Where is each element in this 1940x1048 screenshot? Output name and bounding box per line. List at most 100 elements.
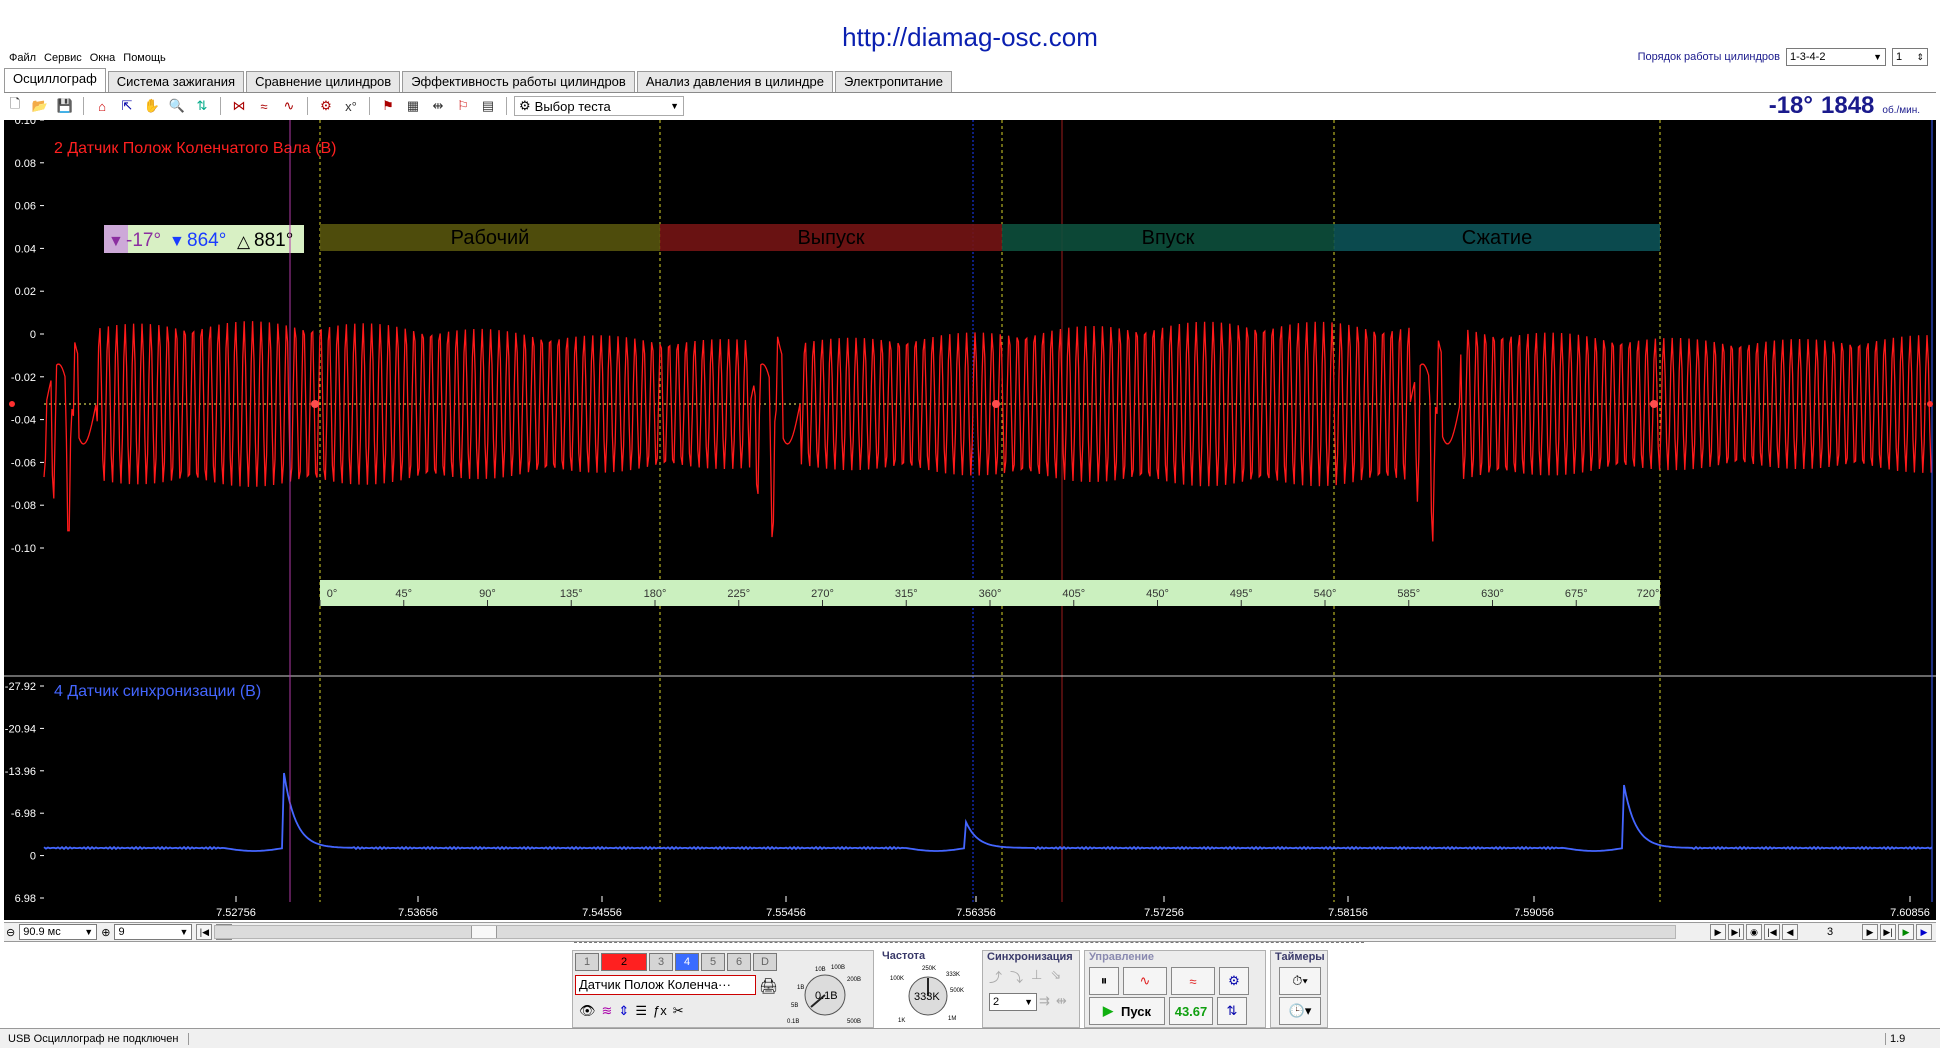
zoom-icon[interactable]: 🔍 (166, 96, 188, 116)
menu-windows[interactable]: Окна (89, 52, 117, 68)
timer-1-button[interactable]: ⏱▾ (1279, 967, 1321, 995)
frequency-display: 43.67 (1169, 997, 1213, 1025)
auto-mode-button[interactable]: ⚙ (1219, 967, 1249, 995)
frequency-knob[interactable]: 333K 250K 333K 500K 100K 1K 1M (886, 962, 970, 1024)
channel-digital-button[interactable]: D (753, 953, 777, 971)
auto-scale-button[interactable]: ⇅ (1217, 997, 1247, 1025)
tab-ignition[interactable]: Система зажигания (107, 71, 245, 92)
management-section: Управление ⏸ ∿ ≈ ⚙ ▶ Пуск 43.67 ⇅ (1084, 950, 1266, 1028)
channel-4-button[interactable]: 4 (675, 953, 699, 971)
auto-sync-icon[interactable]: ⇘ (1050, 967, 1061, 986)
spinner-icon: ⇕ (1916, 51, 1924, 62)
channel-3-button[interactable]: 3 (649, 953, 673, 971)
start-button[interactable]: ▶ Пуск (1089, 997, 1165, 1025)
measure-icon[interactable]: ⇅ (191, 96, 213, 116)
level-icon[interactable]: ⇉ (1039, 993, 1050, 1009)
degree-label: 585° (1397, 588, 1420, 600)
channel-6-button[interactable]: 6 (727, 953, 751, 971)
test-icon: ⚙ (519, 98, 531, 113)
scroll-thumb[interactable] (471, 926, 497, 938)
frame-last-button[interactable]: ▶| (1880, 924, 1896, 940)
bottom-y-tick-label: -6.98 (11, 808, 36, 820)
marker1-value: -17° (126, 230, 161, 251)
rising-edge-icon[interactable]: ⤴ (989, 967, 1002, 986)
channel-2-button[interactable]: 2 (601, 953, 647, 971)
marker-icon[interactable]: ⚑ (377, 96, 399, 116)
marker-delta-value: 881° (254, 230, 293, 251)
record-button[interactable]: ◉ (1746, 924, 1762, 940)
cylinder-count-spinner[interactable]: 1 ⇕ (1892, 48, 1928, 66)
timer-2-button[interactable]: 🕒▾ (1279, 997, 1321, 1025)
range-knob[interactable]: 0.1В 10В 100В 200В 500В 0.1В 1В 5В (785, 961, 865, 1025)
channel-5-button[interactable]: 5 (701, 953, 725, 971)
falling-edge-icon[interactable]: ⤵ (1010, 967, 1023, 986)
wave-icon[interactable]: ≈ (253, 96, 275, 116)
next-button[interactable]: ▶ (1710, 924, 1726, 940)
probe-icon[interactable]: ⌂ (91, 96, 113, 116)
zoom-step-select[interactable]: 9 ▼ (114, 924, 193, 940)
tab-oscilloscope[interactable]: Осциллограф (4, 68, 106, 92)
open-folder-icon[interactable]: 📂 (29, 96, 51, 116)
menu-help[interactable]: Помощь (122, 52, 167, 68)
channel-1-button[interactable]: 1 (575, 953, 599, 971)
play-button[interactable]: ▶ (1898, 924, 1914, 940)
timeline-scrollbar[interactable] (214, 925, 1676, 939)
pause-button[interactable]: ⏸ (1089, 967, 1119, 995)
timebase-select[interactable]: 90.9 мс ▼ (19, 924, 98, 940)
zero-icon[interactable]: x° (340, 96, 362, 116)
menu-service[interactable]: Сервис (43, 52, 83, 68)
zigzag-mode-button[interactable]: ≈ (1171, 967, 1215, 995)
flag-icon[interactable]: ⚐ (452, 96, 474, 116)
new-file-icon[interactable]: 🗋 (4, 96, 26, 116)
range-mark: 500В (847, 1019, 861, 1025)
probe-settings-icon[interactable]: 🖨 (759, 977, 778, 995)
function-icon[interactable]: ƒx (653, 1003, 667, 1019)
sine-mode-button[interactable]: ∿ (1123, 967, 1167, 995)
phase-bands: Рабочий Выпуск Впуск Сжатие (320, 224, 1660, 251)
frequency-mark: 250K (922, 966, 936, 972)
phase-label: Сжатие (1462, 227, 1532, 249)
table-icon[interactable]: ▦ (402, 96, 424, 116)
split-icon[interactable]: ⇹ (427, 96, 449, 116)
hand-pan-icon[interactable]: ✋ (141, 96, 163, 116)
frequency-title: Частота (882, 950, 926, 962)
top-y-tick-label: -0.02 (11, 372, 36, 384)
cylinder-order-select[interactable]: 1-3-4-2 ▼ (1786, 48, 1886, 66)
last-button[interactable]: ▶| (1728, 924, 1744, 940)
scope-area[interactable]: 0.10 0.08 0.06 0.04 0.02 0 -0.02 -0.04 -0.06 -0.0… (4, 115, 1936, 920)
eye-icon[interactable]: 👁 (579, 1003, 596, 1019)
cursor-icon[interactable]: ⇱ (116, 96, 138, 116)
sync-edge-buttons: ⤴ ⤵ ⊥ ⇘ (989, 967, 1061, 986)
pretrigger-icon[interactable]: ⇹ (1056, 993, 1067, 1009)
first-frame-button[interactable]: |◀ (196, 924, 213, 940)
toolbar-divider (220, 97, 221, 115)
sensor-icon[interactable]: ⚙ (315, 96, 337, 116)
menu-bar: Файл Сервис Окна Помощь (8, 52, 167, 68)
play-blue-button[interactable]: ▶ (1916, 924, 1932, 940)
frame-next-button[interactable]: ▶ (1862, 924, 1878, 940)
tab-power-supply[interactable]: Электропитание (834, 71, 952, 92)
test-select[interactable]: ⚙ Выбор теста ▼ (514, 96, 684, 116)
offset-icon[interactable]: ⇕ (618, 1003, 629, 1019)
sync-marker-dot (1650, 400, 1658, 408)
sync-channel-select[interactable]: 2 ▼ (989, 993, 1037, 1011)
menu-file[interactable]: Файл (8, 52, 37, 68)
lines-icon[interactable]: ☰ (635, 1003, 647, 1019)
channel-source-select[interactable]: Датчик Полож Коленча··· (575, 975, 756, 995)
filter-icon[interactable]: ⋈ (228, 96, 250, 116)
tab-pressure-analysis[interactable]: Анализ давления в цилиндре (636, 71, 833, 92)
save-icon[interactable]: 💾 (54, 96, 76, 116)
tab-cylinder-compare[interactable]: Сравнение цилиндров (246, 71, 401, 92)
pulse-icon[interactable]: ⊥ (1031, 967, 1042, 986)
tools-icon[interactable]: ✂ (673, 1003, 684, 1019)
ignition-icon[interactable]: ∿ (278, 96, 300, 116)
tab-cylinder-efficiency[interactable]: Эффективность работы цилиндров (402, 71, 635, 92)
degree-label: 360° (979, 588, 1002, 600)
notes-icon[interactable]: ▤ (477, 96, 499, 116)
frame-first-button[interactable]: |◀ (1764, 924, 1780, 940)
invert-icon[interactable]: ≋ (602, 1003, 613, 1019)
zero-level-marker[interactable] (9, 401, 15, 407)
zero-level-marker[interactable] (1927, 401, 1933, 407)
frame-prev-button[interactable]: ◀ (1782, 924, 1798, 940)
scope-plot[interactable]: 0.10 0.08 0.06 0.04 0.02 0 -0.02 -0.04 -0.06 -0.0… (4, 115, 1936, 920)
